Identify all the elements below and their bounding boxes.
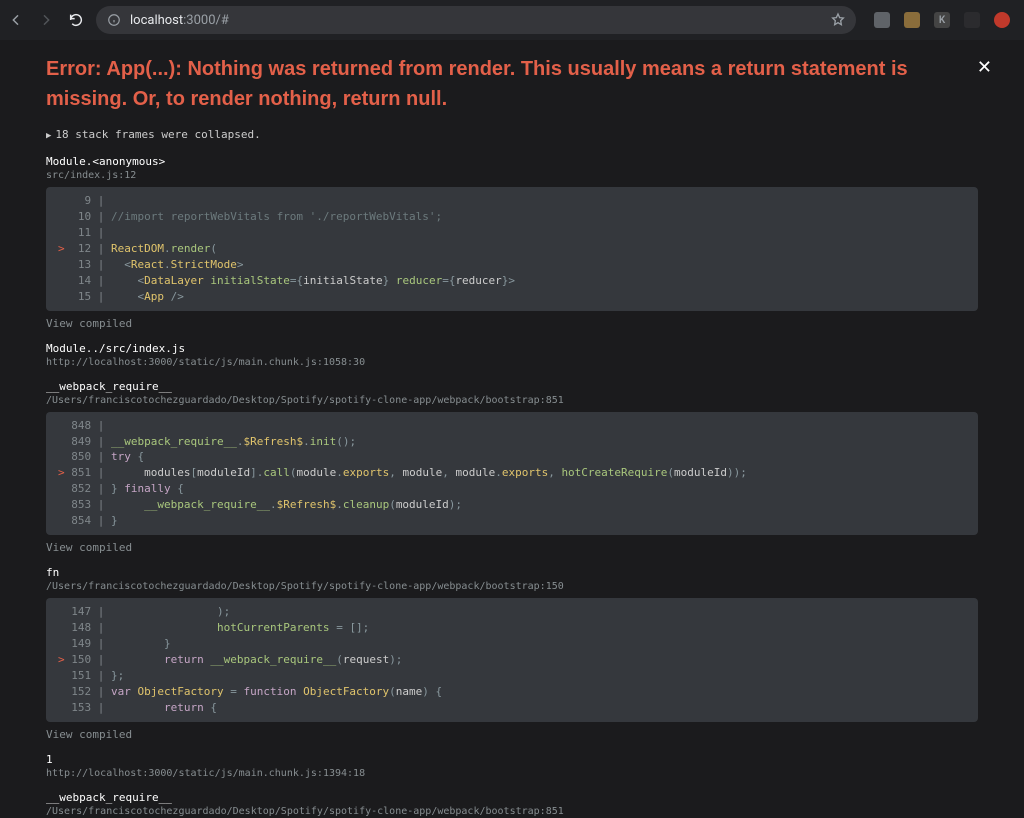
stack-frame-title: __webpack_require__ [46,380,978,393]
error-title: Error: App(...): Nothing was returned fr… [46,54,978,114]
code-block: 9 | 10 | //import reportWebVitals from '… [46,187,978,311]
code-line: 10 | //import reportWebVitals from './re… [46,209,978,225]
code-line: 850 | try { [46,449,978,465]
close-button[interactable]: ✕ [977,58,992,76]
extension-icons: K [868,12,1016,28]
site-info-icon[interactable] [106,12,122,28]
extension-icon[interactable] [904,12,920,28]
code-line: 148 | hotCurrentParents = []; [46,620,978,636]
reload-button[interactable] [68,12,84,28]
code-line: > 851 | modules[moduleId].call(module.ex… [46,465,978,481]
code-line: 13 | <React.StrictMode> [46,257,978,273]
address-bar[interactable]: localhost:3000/# [96,6,856,34]
code-line: 11 | [46,225,978,241]
stack-frame-location: http://localhost:3000/static/js/main.chu… [46,357,978,368]
code-block: 147 | ); 148 | hotCurrentParents = []; 1… [46,598,978,722]
stack-frame-location: src/index.js:12 [46,170,978,181]
code-block: 848 | 849 | __webpack_require__.$Refresh… [46,412,978,536]
stack-frame-title: 1 [46,753,978,766]
view-compiled-link[interactable]: View compiled [46,541,978,554]
url-text: localhost:3000/# [130,13,229,28]
extension-icon[interactable]: K [934,12,950,28]
extension-icon[interactable] [964,12,980,28]
code-line: 853 | __webpack_require__.$Refresh$.clea… [46,497,978,513]
nav-buttons [8,12,84,28]
code-line: 14 | <DataLayer initialState={initialSta… [46,273,978,289]
triangle-right-icon: ▶ [46,131,51,141]
code-line: 854 | } [46,513,978,529]
stack-frame-location: /Users/franciscotochezguardado/Desktop/S… [46,806,978,817]
error-overlay: ✕ Error: App(...): Nothing was returned … [0,40,1024,818]
code-line: 15 | <App /> [46,289,978,305]
code-line: 848 | [46,418,978,434]
code-line: 852 | } finally { [46,481,978,497]
bookmark-star-icon[interactable] [830,12,846,28]
collapsed-frames-toggle[interactable]: ▶18 stack frames were collapsed. [46,128,978,141]
code-line: 153 | return { [46,700,978,716]
stack-frame-title: __webpack_require__ [46,791,978,804]
code-line: 9 | [46,193,978,209]
stack-frame-location: http://localhost:3000/static/js/main.chu… [46,768,978,779]
code-line: 151 | }; [46,668,978,684]
stack-frame-location: /Users/franciscotochezguardado/Desktop/S… [46,581,978,592]
view-compiled-link[interactable]: View compiled [46,728,978,741]
browser-toolbar: localhost:3000/# K [0,0,1024,40]
extension-icon[interactable] [994,12,1010,28]
extension-icon[interactable] [874,12,890,28]
code-line: 849 | __webpack_require__.$Refresh$.init… [46,434,978,450]
back-button[interactable] [8,12,24,28]
stack-frame-title: Module.<anonymous> [46,155,978,168]
stack-frame-title: fn [46,566,978,579]
code-line: > 150 | return __webpack_require__(reque… [46,652,978,668]
code-line: 147 | ); [46,604,978,620]
forward-button[interactable] [38,12,54,28]
stack-frame-location: /Users/franciscotochezguardado/Desktop/S… [46,395,978,406]
code-line: 152 | var ObjectFactory = function Objec… [46,684,978,700]
code-line: 149 | } [46,636,978,652]
stack-frame-title: Module../src/index.js [46,342,978,355]
view-compiled-link[interactable]: View compiled [46,317,978,330]
code-line: > 12 | ReactDOM.render( [46,241,978,257]
